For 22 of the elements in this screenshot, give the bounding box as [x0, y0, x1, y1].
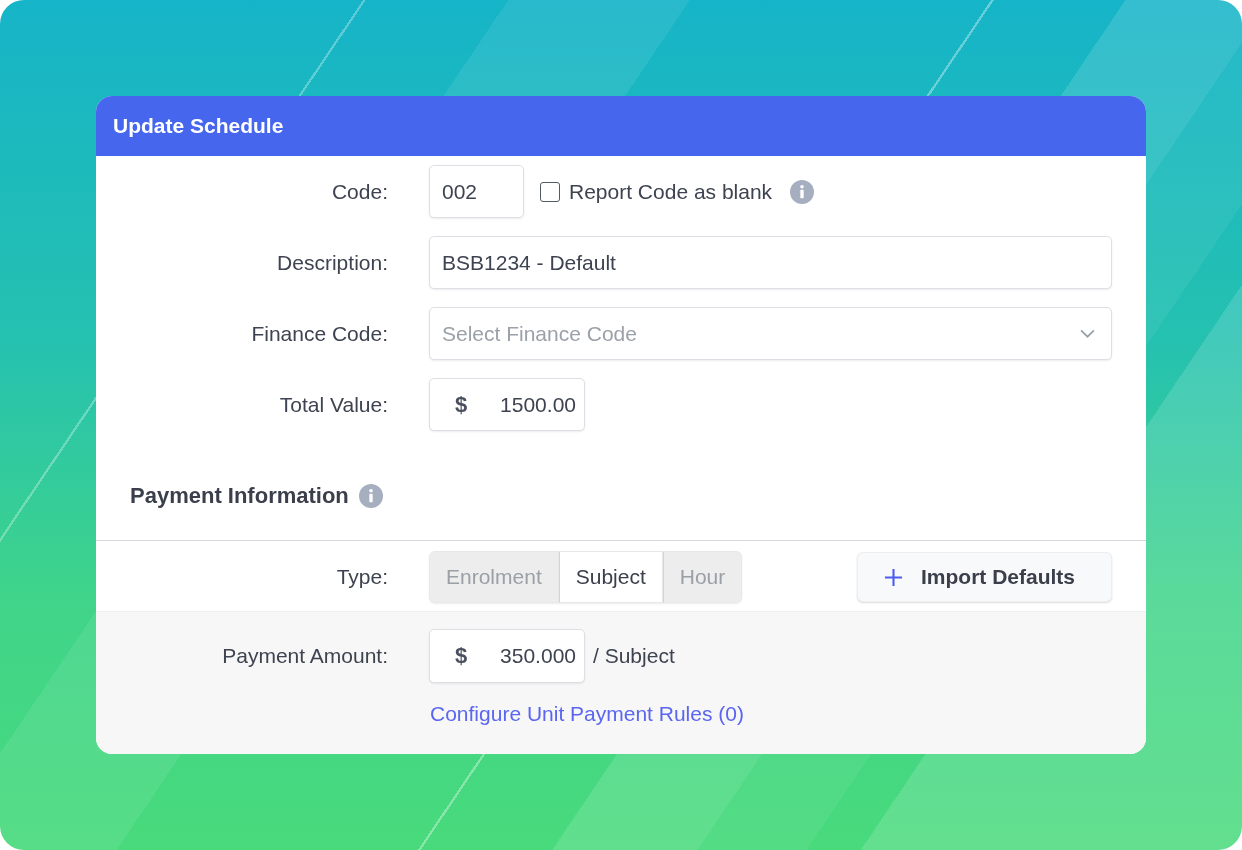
unit-label: / Subject — [593, 644, 675, 668]
text-field[interactable]: BSB1234 - Default — [429, 236, 1112, 289]
chevron-down-icon — [1080, 329, 1095, 338]
field-label: Finance Code: — [251, 321, 388, 346]
configure-rules-link[interactable]: Configure Unit Payment Rules (0) — [430, 702, 744, 725]
field-label: Total Value: — [279, 392, 388, 417]
code-field[interactable]: 002 — [429, 165, 524, 218]
field-label: Code: — [331, 179, 388, 204]
field-label: Type: — [336, 565, 388, 589]
info-icon[interactable] — [358, 484, 383, 508]
field-label: Payment Amount: — [222, 644, 388, 668]
type-segment[interactable]: Subject — [558, 551, 663, 603]
dialog-title: Update Schedule — [113, 114, 284, 138]
info-icon[interactable] — [790, 179, 815, 204]
currency-field[interactable]: $ 350.000 — [429, 629, 585, 683]
field-label: Description: — [277, 250, 388, 275]
checkbox[interactable] — [540, 181, 560, 202]
import-defaults-button[interactable]: Import Defaults — [857, 552, 1112, 602]
checkbox-label[interactable]: Report Code as blank — [569, 179, 773, 204]
section-heading: Payment Information — [130, 482, 349, 510]
currency-field[interactable]: $ 1500.00 — [429, 378, 585, 431]
plus-icon — [884, 567, 903, 587]
